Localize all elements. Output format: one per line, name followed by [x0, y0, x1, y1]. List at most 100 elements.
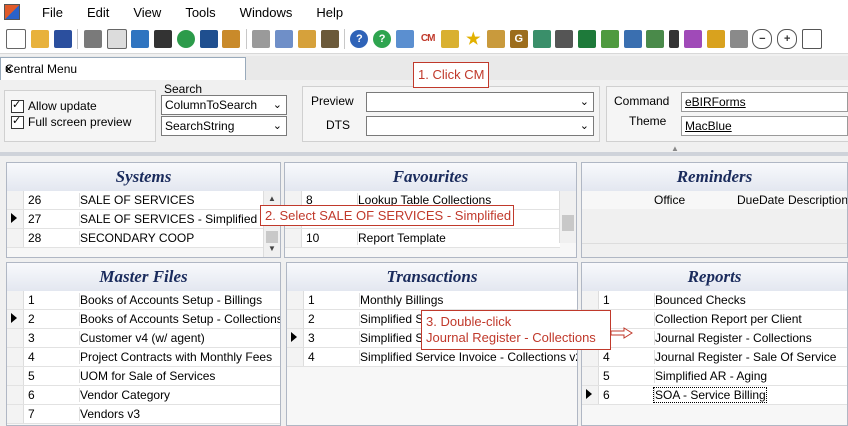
menu-file[interactable]: File: [30, 5, 75, 20]
table-row[interactable]: 28 SECONDARY COOP: [7, 229, 264, 248]
row-header[interactable]: [7, 329, 24, 347]
table-row[interactable]: 3 Customer v4 (w/ agent): [7, 329, 280, 348]
row-header[interactable]: [287, 348, 304, 366]
paste-icon[interactable]: [297, 29, 316, 48]
row-header[interactable]: [7, 310, 24, 328]
table-row[interactable]: 4 Simplified Service Invoice - Collection…: [287, 348, 577, 367]
chevron-down-icon[interactable]: ⌄: [273, 98, 282, 111]
undo-icon[interactable]: [199, 29, 218, 48]
table-row-selected[interactable]: 27 SALE OF SERVICES - Simplified: [7, 210, 264, 229]
menu-view[interactable]: View: [121, 5, 173, 20]
table-row-selected[interactable]: 2 Books of Accounts Setup - Collections: [7, 310, 280, 329]
row-header[interactable]: [7, 191, 24, 209]
menu-help[interactable]: Help: [304, 5, 355, 20]
zoom-out-icon[interactable]: −: [752, 28, 773, 49]
vertical-scrollbar[interactable]: [559, 191, 576, 243]
calendar-icon[interactable]: [395, 29, 414, 48]
row-header[interactable]: [7, 367, 24, 385]
table-row[interactable]: 4 Project Contracts with Monthly Fees: [7, 348, 280, 367]
table-row[interactable]: 5 UOM for Sale of Services: [7, 367, 280, 386]
refresh-icon[interactable]: [176, 29, 195, 48]
horizontal-scrollbar[interactable]: [582, 243, 847, 257]
tools-icon[interactable]: [487, 29, 506, 48]
splitter[interactable]: [0, 152, 848, 156]
print-preview-icon[interactable]: [106, 28, 127, 49]
picture-icon[interactable]: [600, 29, 619, 48]
folder-icon[interactable]: [623, 29, 642, 48]
row-header[interactable]: [7, 405, 24, 423]
table-row[interactable]: 4 Journal Register - Sale Of Service: [582, 348, 847, 367]
row-header[interactable]: [7, 210, 24, 228]
upload-icon[interactable]: [131, 29, 150, 48]
menu-windows[interactable]: Windows: [228, 5, 305, 20]
new-icon[interactable]: [6, 28, 27, 49]
row-header[interactable]: [287, 291, 304, 309]
preview-select[interactable]: ⌄: [366, 92, 594, 112]
row-header[interactable]: [7, 229, 24, 247]
row-header[interactable]: [287, 310, 304, 328]
pointer-icon[interactable]: [441, 29, 460, 48]
theme-field[interactable]: MacBlue: [681, 116, 848, 136]
checkbox-box[interactable]: [11, 114, 24, 129]
menu-tools[interactable]: Tools: [173, 5, 227, 20]
scroll-thumb[interactable]: [562, 215, 574, 231]
column-to-search-select[interactable]: ColumnToSearch ⌄: [161, 95, 287, 115]
console-icon[interactable]: [154, 29, 173, 48]
table-row[interactable]: 7 Vendors v3: [7, 405, 280, 424]
app-icon[interactable]: [4, 4, 20, 20]
row-header[interactable]: [582, 386, 599, 404]
g-icon[interactable]: G: [509, 29, 528, 48]
table-row[interactable]: 26 SALE OF SERVICES: [7, 191, 264, 210]
copy-icon[interactable]: [274, 29, 293, 48]
print-icon[interactable]: [83, 29, 102, 48]
table-row[interactable]: 6 Vendor Category: [7, 386, 280, 405]
row-header[interactable]: [285, 229, 302, 247]
column-header-office[interactable]: Office: [654, 193, 685, 207]
table-row[interactable]: 5 Simplified AR - Aging: [582, 367, 847, 386]
database-icon[interactable]: [646, 29, 665, 48]
cut-icon[interactable]: [252, 29, 271, 48]
chevron-down-icon[interactable]: ⌄: [273, 119, 282, 132]
save-icon[interactable]: [53, 29, 72, 48]
row-header[interactable]: [7, 348, 24, 366]
row-header[interactable]: [7, 291, 24, 309]
wizard-icon[interactable]: [532, 29, 551, 48]
search-string-select[interactable]: SearchString ⌄: [161, 116, 287, 136]
column-header-duedate[interactable]: DueDate: [737, 193, 784, 207]
column-header-description[interactable]: Description: [788, 193, 847, 207]
key-icon[interactable]: [684, 29, 703, 48]
row-header[interactable]: [582, 367, 599, 385]
lock-icon[interactable]: [706, 29, 725, 48]
table-row[interactable]: 1 Bounced Checks: [582, 291, 847, 310]
dts-select[interactable]: ⌄: [366, 116, 594, 136]
cm-icon[interactable]: CM: [418, 29, 437, 48]
chevron-down-icon[interactable]: ⌄: [580, 95, 589, 108]
table-row-selected[interactable]: 6 SOA - Service Billing: [582, 386, 847, 405]
checkbox-box[interactable]: [11, 98, 24, 113]
allow-update-checkbox[interactable]: Allow update: [11, 98, 97, 113]
tab-central-menu[interactable]: Central Menu ×: [0, 57, 246, 80]
table-row[interactable]: 10 Report Template: [285, 229, 560, 248]
row-header[interactable]: [582, 291, 599, 309]
check-help-icon[interactable]: ?: [373, 29, 392, 48]
full-screen-preview-checkbox[interactable]: Full screen preview: [11, 114, 131, 129]
excel-icon[interactable]: [578, 29, 597, 48]
menu-edit[interactable]: Edit: [75, 5, 121, 20]
row-header[interactable]: [7, 386, 24, 404]
open-icon[interactable]: [31, 29, 50, 48]
brush-icon[interactable]: [669, 29, 680, 48]
paint-icon[interactable]: [555, 29, 574, 48]
zoom-in-icon[interactable]: +: [777, 28, 798, 49]
chevron-down-icon[interactable]: ⌄: [580, 119, 589, 132]
command-field[interactable]: eBIRForms: [681, 92, 848, 112]
grid-icon[interactable]: [320, 29, 339, 48]
star-icon[interactable]: ★: [464, 29, 483, 48]
table-row[interactable]: 1 Monthly Billings: [287, 291, 577, 310]
search-tool-icon[interactable]: [222, 29, 241, 48]
row-header[interactable]: [582, 348, 599, 366]
export-icon[interactable]: [729, 29, 748, 48]
frame-icon[interactable]: [801, 28, 822, 49]
table-row[interactable]: 1 Books of Accounts Setup - Billings: [7, 291, 280, 310]
scroll-down-icon[interactable]: ▼: [264, 241, 280, 257]
row-header[interactable]: [287, 329, 304, 347]
